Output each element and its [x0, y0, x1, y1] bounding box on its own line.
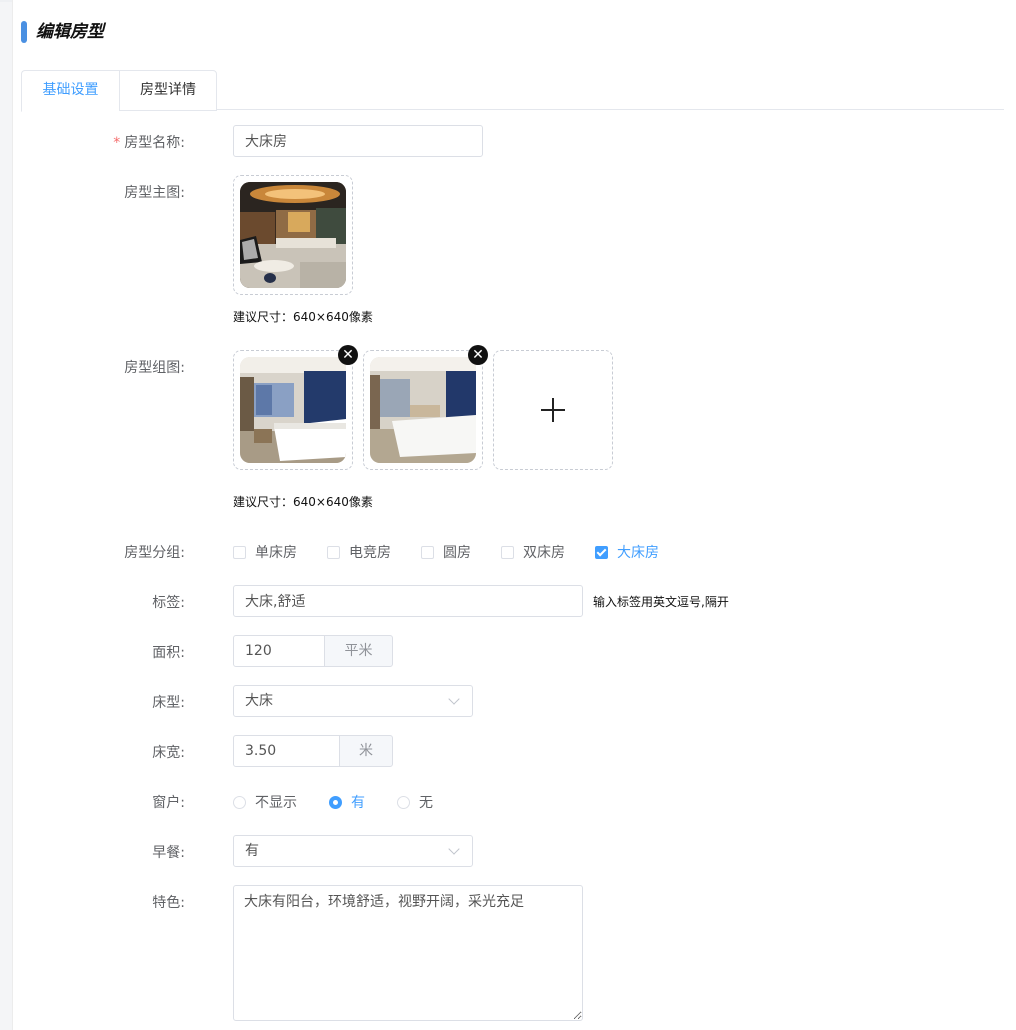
- plus-icon: [541, 398, 565, 422]
- group-option-single-bed[interactable]: 单床房: [233, 542, 297, 562]
- radio-icon: [233, 795, 246, 809]
- main-image-size-hint: 建议尺寸：640×640像素: [233, 310, 373, 324]
- content-panel: [12, 0, 1016, 1030]
- gallery-image-1: ✕: [233, 345, 358, 470]
- add-gallery-image-button[interactable]: [493, 350, 613, 470]
- gallery-image-2-thumbnail: [370, 357, 476, 463]
- title-accent-bar: [21, 21, 27, 43]
- feature-textarea[interactable]: 大床有阳台，环境舒适，视野开阔，采光充足: [233, 885, 583, 1021]
- group-option-label: 双床房: [523, 545, 565, 561]
- tags-label: 标签:: [152, 595, 185, 611]
- bed-type-label: 床型:: [152, 695, 185, 711]
- group-option-king[interactable]: 大床房: [595, 542, 659, 562]
- checkbox-icon: [501, 545, 514, 559]
- tab-room-details[interactable]: 房型详情: [119, 70, 217, 111]
- group-option-label: 单床房: [255, 545, 297, 561]
- window-option-yes[interactable]: 有: [329, 792, 365, 812]
- room-name-label-text: 房型名称:: [124, 135, 185, 151]
- gallery-image-2: ✕: [363, 345, 488, 470]
- radio-checked-icon: [329, 795, 342, 809]
- page-title: 编辑房型: [36, 22, 104, 42]
- checkbox-icon: [421, 545, 434, 559]
- window-option-label: 有: [351, 795, 365, 811]
- group-option-esports[interactable]: 电竞房: [327, 542, 391, 562]
- window-label: 窗户:: [152, 795, 185, 811]
- main-image-upload[interactable]: [233, 175, 353, 295]
- bed-width-label: 床宽:: [152, 745, 185, 761]
- window-option-hidden[interactable]: 不显示: [233, 792, 297, 812]
- radio-icon: [397, 795, 410, 809]
- area-input[interactable]: [233, 635, 325, 667]
- bed-width-unit: 米: [339, 735, 393, 767]
- bed-type-value: 大床: [245, 693, 273, 709]
- checkbox-icon: [233, 545, 246, 559]
- group-option-label: 电竞房: [349, 545, 391, 561]
- checkbox-icon: [327, 545, 340, 559]
- group-option-label: 圆房: [443, 545, 471, 561]
- room-name-input[interactable]: [233, 125, 483, 157]
- area-unit: 平米: [324, 635, 393, 667]
- gallery-image-1-thumbnail: [240, 357, 346, 463]
- feature-label: 特色:: [152, 895, 185, 911]
- area-label: 面积:: [152, 645, 185, 661]
- breakfast-label: 早餐:: [152, 845, 185, 861]
- window-option-no[interactable]: 无: [397, 792, 433, 812]
- window-option-label: 无: [419, 795, 433, 811]
- gallery-label: 房型组图:: [124, 360, 185, 376]
- remove-gallery-image-2-icon[interactable]: ✕: [468, 345, 488, 365]
- window-option-label: 不显示: [255, 795, 297, 811]
- group-option-label: 大床房: [617, 545, 659, 561]
- gallery-size-hint: 建议尺寸：640×640像素: [233, 495, 373, 509]
- remove-gallery-image-1-icon[interactable]: ✕: [338, 345, 358, 365]
- chevron-down-icon: [448, 843, 460, 855]
- bed-type-select[interactable]: 大床: [233, 685, 473, 717]
- tab-basic-settings[interactable]: 基础设置: [21, 70, 119, 112]
- tags-hint: 输入标签用英文逗号,隔开: [593, 595, 729, 609]
- tags-input[interactable]: [233, 585, 583, 617]
- required-asterisk: *: [113, 135, 121, 151]
- breakfast-select[interactable]: 有: [233, 835, 473, 867]
- group-option-round[interactable]: 圆房: [421, 542, 471, 562]
- chevron-down-icon: [448, 693, 460, 705]
- main-image-label: 房型主图:: [124, 185, 185, 201]
- main-image-thumbnail: [240, 182, 346, 288]
- breakfast-value: 有: [245, 843, 259, 859]
- checkbox-checked-icon: [595, 545, 608, 559]
- bed-width-input[interactable]: [233, 735, 340, 767]
- group-option-twin[interactable]: 双床房: [501, 542, 565, 562]
- group-label: 房型分组:: [124, 545, 185, 561]
- room-name-label: * 房型名称:: [25, 132, 185, 152]
